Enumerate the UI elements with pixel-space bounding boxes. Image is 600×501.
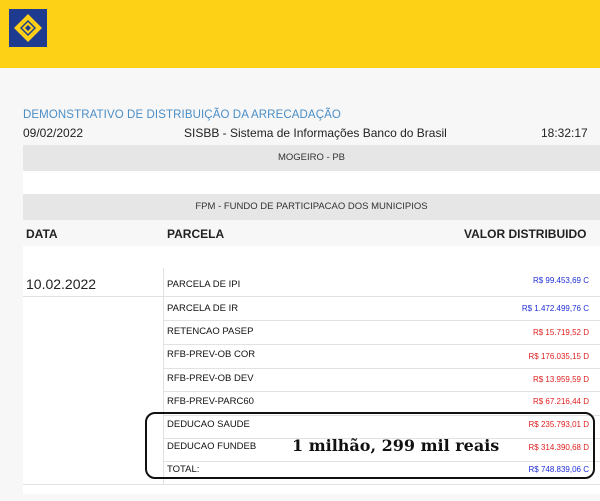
column-header-date: DATA: [26, 227, 58, 241]
column-header-parcel: PARCELA: [167, 227, 225, 241]
column-header-value: VALOR DISTRIBUIDO: [464, 227, 587, 241]
fund-label: FPM - FUNDO DE PARTICIPACAO DOS MUNICIPI…: [195, 201, 428, 212]
table-row-label: RFB-PREV-OB COR: [167, 349, 256, 360]
table-row-value: R$ 67.216,44 D: [532, 397, 589, 406]
system-name: SISBB - Sistema de Informações Banco do …: [184, 126, 447, 140]
table-row-value: R$ 1.472.499,76 C: [521, 304, 589, 313]
top-bar: [0, 0, 600, 68]
table-row-value: R$ 176.035,15 D: [528, 352, 590, 361]
row-divider: [23, 484, 600, 485]
table-row-label: RETENCAO PASEP: [167, 326, 254, 337]
report-date: 09/02/2022: [23, 126, 84, 140]
table-row-value: R$ 13.959,59 D: [532, 375, 589, 384]
page-title: DEMONSTRATIVO DE DISTRIBUIÇÃO DA ARRECAD…: [23, 109, 341, 121]
row-divider: [163, 368, 600, 369]
row-divider: [163, 344, 600, 345]
table-row-label: PARCELA DE IR: [167, 303, 239, 314]
table-row-value: R$ 99.453,69 C: [532, 276, 589, 285]
distribution-date: 10.02.2022: [26, 276, 97, 292]
spacer-row: [23, 246, 600, 268]
bank-logo-icon[interactable]: [9, 9, 47, 47]
municipality-label: MOGEIRO - PB: [277, 152, 346, 163]
spacer-band: [23, 171, 600, 194]
row-divider: [163, 391, 600, 392]
table-row-label: PARCELA DE IPI: [167, 279, 241, 290]
row-divider: [163, 320, 600, 321]
row-divider: [23, 296, 600, 297]
table-row-value: R$ 15.719,52 D: [532, 328, 589, 337]
annotation-text: 1 milhão, 299 mil reais: [292, 436, 500, 455]
table-row-label: RFB-PREV-PARC60: [167, 396, 254, 407]
table-row-label: RFB-PREV-OB DEV: [167, 373, 254, 384]
report-time: 18:32:17: [541, 126, 588, 140]
